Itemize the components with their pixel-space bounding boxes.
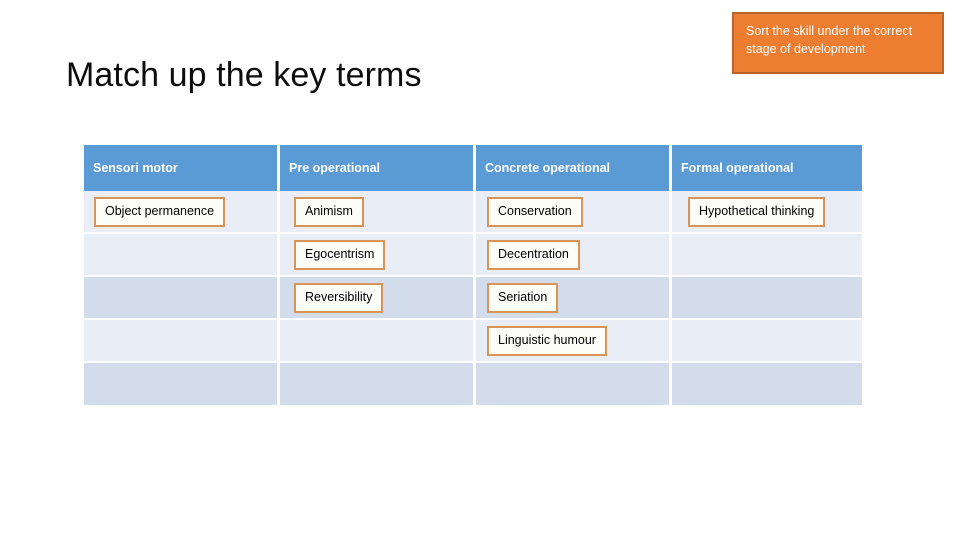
cell-concrete-operational-2: Decentration (476, 234, 672, 277)
cell-pre-operational-2: Egocentrism (280, 234, 476, 277)
column-header-concrete-operational: Concrete operational (476, 145, 672, 191)
cell-pre-operational-5[interactable] (280, 363, 476, 405)
table-row: Object permanence Animism Conservation H… (84, 191, 862, 234)
cell-pre-operational-1: Animism (280, 191, 476, 234)
cell-pre-operational-4[interactable] (280, 320, 476, 363)
cell-formal-operational-4[interactable] (672, 320, 862, 363)
table-row (84, 363, 862, 405)
cell-formal-operational-3[interactable] (672, 277, 862, 320)
term-chip-reversibility[interactable]: Reversibility (294, 282, 384, 313)
term-chip-conservation[interactable]: Conservation (487, 196, 583, 227)
table-row: Reversibility Seriation (84, 277, 862, 320)
cell-formal-operational-5[interactable] (672, 363, 862, 405)
instruction-text: Sort the skill under the correct stage o… (746, 24, 913, 56)
page-title: Match up the key terms (66, 56, 422, 94)
cell-sensori-motor-5[interactable] (84, 363, 280, 405)
table-row: Linguistic humour (84, 320, 862, 363)
column-header-pre-operational: Pre operational (280, 145, 476, 191)
column-header-sensori-motor: Sensori motor (84, 145, 280, 191)
table-row: Egocentrism Decentration (84, 234, 862, 277)
cell-concrete-operational-4: Linguistic humour (476, 320, 672, 363)
key-terms-table: Sensori motor Pre operational Concrete o… (84, 145, 862, 405)
term-chip-animism[interactable]: Animism (294, 196, 364, 227)
table-header-row: Sensori motor Pre operational Concrete o… (84, 145, 862, 191)
cell-concrete-operational-5[interactable] (476, 363, 672, 405)
cell-concrete-operational-1: Conservation (476, 191, 672, 234)
column-header-formal-operational: Formal operational (672, 145, 862, 191)
instruction-callout: Sort the skill under the correct stage o… (732, 12, 944, 74)
cell-formal-operational-2[interactable] (672, 234, 862, 277)
term-chip-seriation[interactable]: Seriation (487, 282, 559, 313)
term-chip-object-permanence[interactable]: Object permanence (94, 196, 226, 227)
term-chip-decentration[interactable]: Decentration (487, 239, 580, 270)
cell-sensori-motor-1: Object permanence (84, 191, 280, 234)
cell-formal-operational-1: Hypothetical thinking (672, 191, 862, 234)
term-chip-hypothetical-thinking[interactable]: Hypothetical thinking (688, 196, 826, 227)
cell-sensori-motor-2[interactable] (84, 234, 280, 277)
cell-sensori-motor-3[interactable] (84, 277, 280, 320)
cell-pre-operational-3: Reversibility (280, 277, 476, 320)
cell-sensori-motor-4[interactable] (84, 320, 280, 363)
cell-concrete-operational-3: Seriation (476, 277, 672, 320)
term-chip-linguistic-humour[interactable]: Linguistic humour (487, 325, 607, 356)
term-chip-egocentrism[interactable]: Egocentrism (294, 239, 386, 270)
